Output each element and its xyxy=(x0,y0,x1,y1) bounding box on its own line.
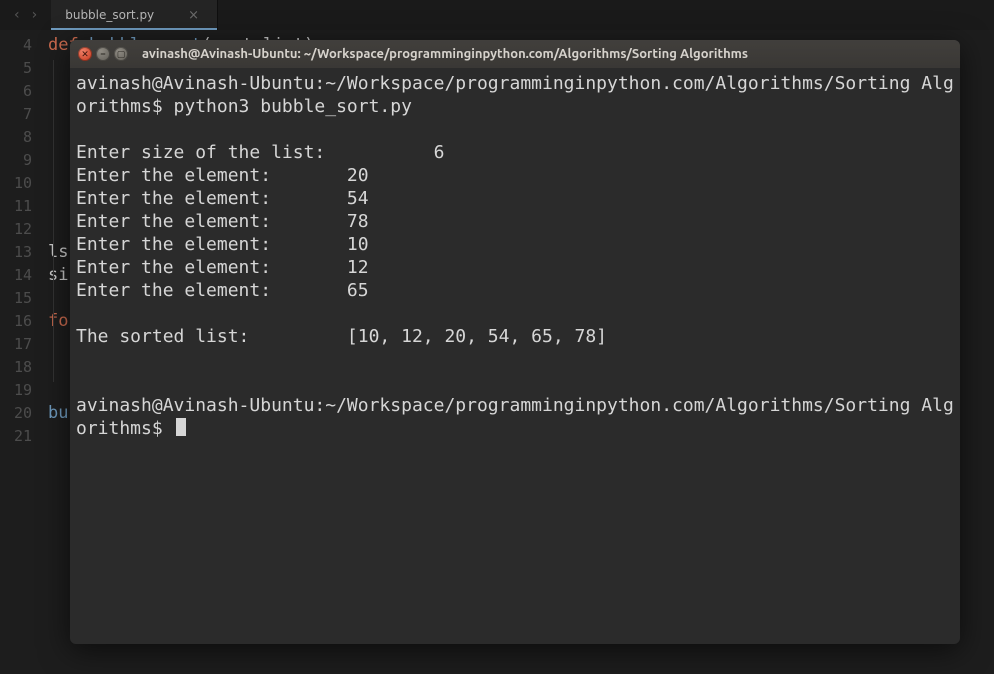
close-icon[interactable]: ✕ xyxy=(78,47,92,61)
indent-guide xyxy=(53,60,54,382)
line-number: 16 xyxy=(0,310,32,333)
line-number: 21 xyxy=(0,425,32,448)
nav-arrows: ‹ › xyxy=(0,0,51,30)
line-number: 20 xyxy=(0,402,32,425)
line-number: 15 xyxy=(0,287,32,310)
line-number: 10 xyxy=(0,172,32,195)
line-number: 7 xyxy=(0,103,32,126)
line-number: 11 xyxy=(0,195,32,218)
line-number: 9 xyxy=(0,149,32,172)
line-number: 17 xyxy=(0,333,32,356)
line-number: 14 xyxy=(0,264,32,287)
minimize-icon[interactable]: – xyxy=(96,47,110,61)
terminal-titlebar[interactable]: ✕ – ▢ avinash@Avinash-Ubuntu: ~/Workspac… xyxy=(70,40,960,68)
tab-active-underline xyxy=(51,28,217,30)
terminal-body[interactable]: avinash@Avinash-Ubuntu:~/Workspace/progr… xyxy=(70,68,960,644)
tab-close-icon[interactable]: × xyxy=(188,8,199,23)
tab-filename: bubble_sort.py xyxy=(65,8,154,22)
line-number: 5 xyxy=(0,57,32,80)
line-number: 8 xyxy=(0,126,32,149)
nav-back-icon[interactable]: ‹ xyxy=(14,7,20,23)
tab-bar: ‹ › bubble_sort.py × xyxy=(0,0,994,30)
terminal-cursor xyxy=(176,418,186,436)
maximize-icon[interactable]: ▢ xyxy=(114,47,128,61)
line-number: 19 xyxy=(0,379,32,402)
nav-forward-icon[interactable]: › xyxy=(32,7,38,23)
line-number-gutter: 456789101112131415161718192021 xyxy=(0,30,42,674)
line-number: 12 xyxy=(0,218,32,241)
line-number: 6 xyxy=(0,80,32,103)
window-buttons: ✕ – ▢ xyxy=(78,47,128,61)
terminal-title: avinash@Avinash-Ubuntu: ~/Workspace/prog… xyxy=(142,47,748,61)
tab-file[interactable]: bubble_sort.py × xyxy=(51,0,218,30)
line-number: 18 xyxy=(0,356,32,379)
terminal-window[interactable]: ✕ – ▢ avinash@Avinash-Ubuntu: ~/Workspac… xyxy=(70,40,960,644)
line-number: 13 xyxy=(0,241,32,264)
line-number: 4 xyxy=(0,34,32,57)
